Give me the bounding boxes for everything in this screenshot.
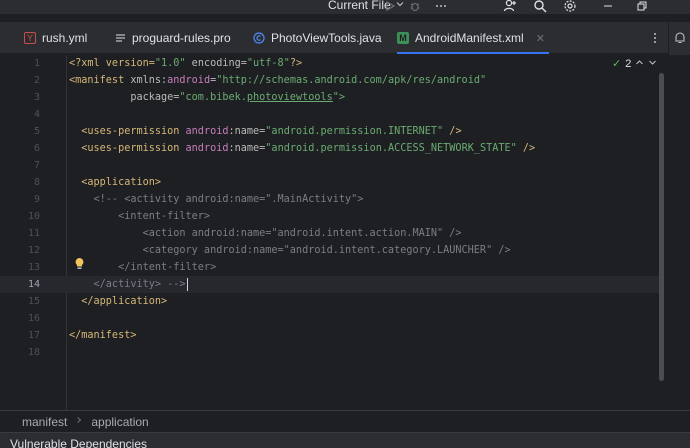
code-line[interactable]: 3 package="com.bibek.photoviewtools"> xyxy=(0,89,660,106)
line-number: 17 xyxy=(27,330,40,341)
chevron-right-icon xyxy=(75,416,83,427)
java-class-icon xyxy=(253,32,265,44)
yaml-file-icon: Y xyxy=(24,32,36,44)
breadcrumb-item-manifest[interactable]: manifest xyxy=(22,415,67,429)
code-editor[interactable]: ✓ 2 1 <?xml version="1.0" encoding="utf-… xyxy=(0,55,690,410)
code-line[interactable]: 2 <manifest xmlns:android="http://schema… xyxy=(0,72,660,89)
text-caret xyxy=(186,277,188,291)
code-line[interactable]: 9 <!-- <activity android:name=".MainActi… xyxy=(0,191,660,208)
bottom-tool-window: Vulnerable Dependencies xyxy=(0,432,690,448)
code-line[interactable]: 5 <uses-permission android:name="android… xyxy=(0,123,660,140)
line-number: 5 xyxy=(33,126,40,137)
line-number: 9 xyxy=(33,194,40,205)
line-number: 15 xyxy=(27,296,40,307)
minimize-icon[interactable] xyxy=(600,0,616,14)
tab-proguard-rules[interactable]: proguard-rules.pro xyxy=(114,22,231,54)
line-content: </activity> --> xyxy=(69,277,188,291)
code-line-current[interactable]: 14 </activity> --> xyxy=(0,276,660,293)
line-content: <manifest xmlns:android="http://schemas.… xyxy=(69,75,487,86)
tab-rush-yml[interactable]: Y rush.yml xyxy=(24,22,87,54)
code-line[interactable]: 13 </intent-filter> xyxy=(0,259,660,276)
line-content: <action android:name="android.intent.act… xyxy=(69,228,462,239)
tool-window-title[interactable]: Vulnerable Dependencies xyxy=(10,437,147,448)
close-icon[interactable]: ✕ xyxy=(536,32,545,45)
line-number: 2 xyxy=(33,75,40,86)
debug-icon[interactable] xyxy=(407,0,423,14)
line-content: </application> xyxy=(69,296,168,307)
line-number: 8 xyxy=(33,177,40,188)
line-content: </manifest> xyxy=(69,330,137,341)
code-line[interactable]: 17 </manifest> xyxy=(0,327,660,344)
settings-icon[interactable] xyxy=(562,0,578,14)
line-content: <!-- <activity android:name=".MainActivi… xyxy=(69,194,364,205)
line-content: <application> xyxy=(69,177,162,188)
lightbulb-icon[interactable] xyxy=(74,257,85,273)
run-icon[interactable] xyxy=(382,0,398,14)
tab-photoviewtools-java[interactable]: PhotoViewTools.java xyxy=(253,22,382,54)
code-line[interactable]: 11 <action android:name="android.intent.… xyxy=(0,225,660,242)
text-file-icon xyxy=(114,32,126,44)
line-content: <intent-filter> xyxy=(69,211,211,222)
line-number: 3 xyxy=(33,92,40,103)
line-number: 11 xyxy=(27,228,40,239)
notifications-icon[interactable] xyxy=(672,30,688,46)
more-icon[interactable] xyxy=(647,30,663,46)
tab-label: proguard-rules.pro xyxy=(132,31,231,45)
breadcrumb: manifest application xyxy=(0,410,690,432)
code-line[interactable]: 18 xyxy=(0,344,660,361)
code-line[interactable]: 7 xyxy=(0,157,660,174)
restore-icon[interactable] xyxy=(634,0,650,14)
add-user-icon[interactable] xyxy=(502,0,518,14)
tab-label: PhotoViewTools.java xyxy=(271,31,382,45)
line-content: </intent-filter> xyxy=(69,262,217,273)
code-line[interactable]: 4 xyxy=(0,106,660,123)
main-toolbar: Current File xyxy=(0,0,690,14)
code-line[interactable]: 16 xyxy=(0,310,660,327)
line-number: 10 xyxy=(27,211,40,222)
code-line[interactable]: 10 <intent-filter> xyxy=(0,208,660,225)
search-icon[interactable] xyxy=(532,0,548,14)
line-content: <uses-permission android:name="android.p… xyxy=(69,143,536,154)
line-number: 1 xyxy=(33,58,40,69)
more-icon[interactable] xyxy=(433,0,449,14)
code-line[interactable]: 1 <?xml version="1.0" encoding="utf-8"?> xyxy=(0,55,660,72)
line-number: 14 xyxy=(27,279,40,290)
code-line[interactable]: 8 <application> xyxy=(0,174,660,191)
breadcrumb-item-application[interactable]: application xyxy=(91,415,148,429)
line-number: 12 xyxy=(27,245,40,256)
line-number: 4 xyxy=(33,109,40,120)
tab-label: AndroidManifest.xml xyxy=(415,31,524,45)
vertical-scrollbar[interactable] xyxy=(659,73,664,381)
line-number: 18 xyxy=(27,347,40,358)
manifest-file-icon: M xyxy=(397,32,409,44)
tab-label: rush.yml xyxy=(42,31,88,45)
line-content: package="com.bibek.photoviewtools"> xyxy=(69,92,346,103)
line-content: <category android:name="android.intent.c… xyxy=(69,245,511,256)
tab-androidmanifest-xml[interactable]: M AndroidManifest.xml ✕ xyxy=(397,22,549,54)
code-line[interactable]: 6 <uses-permission android:name="android… xyxy=(0,140,660,157)
code-line[interactable]: 12 <category android:name="android.inten… xyxy=(0,242,660,259)
editor-tab-bar: Y rush.yml proguard-rules.pro PhotoViewT… xyxy=(0,22,690,54)
line-number: 16 xyxy=(27,313,40,324)
line-number: 7 xyxy=(33,160,40,171)
line-content: <?xml version="1.0" encoding="utf-8"?> xyxy=(69,58,303,69)
code-line[interactable]: 15 </application> xyxy=(0,293,660,310)
line-number: 6 xyxy=(33,143,40,154)
line-content: <uses-permission android:name="android.p… xyxy=(69,126,462,137)
line-number: 13 xyxy=(27,262,40,273)
